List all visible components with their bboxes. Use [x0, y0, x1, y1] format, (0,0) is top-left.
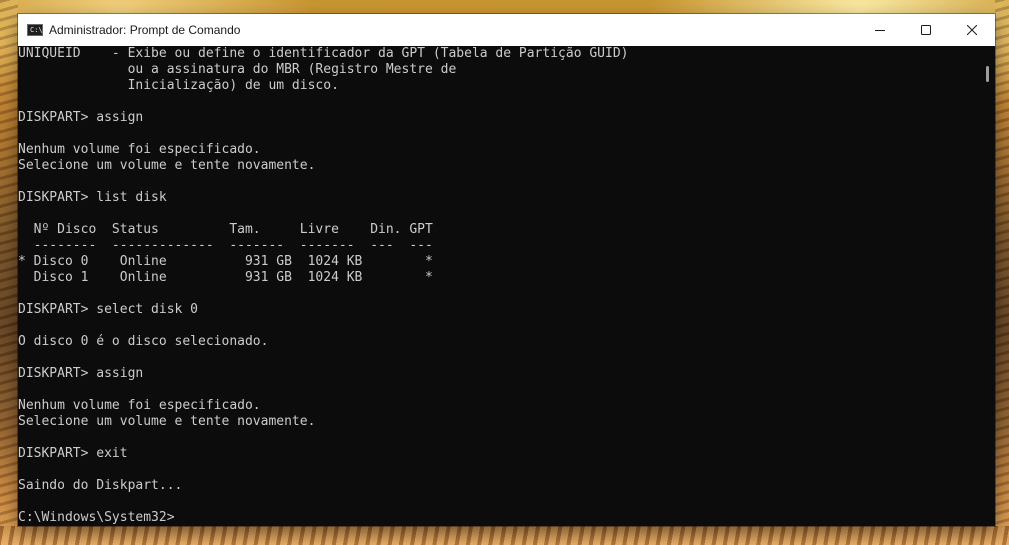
disk-table-row: Disco 1 Online 931 GB 1024 KB * — [18, 270, 433, 285]
console-line: O disco 0 é o disco selecionado. — [18, 334, 269, 349]
command-prompt-line[interactable]: C:\Windows\System32> — [18, 510, 175, 526]
console-line: Nenhum volume foi especificado. — [18, 398, 261, 413]
console-line: Selecione um volume e tente novamente. — [18, 158, 316, 173]
minimize-button[interactable] — [857, 14, 903, 46]
maximize-icon — [921, 25, 931, 35]
close-button[interactable] — [949, 14, 995, 46]
console-output[interactable]: UNIQUEID - Exibe ou define o identificad… — [18, 46, 980, 526]
console-line: Saindo do Diskpart... — [18, 478, 183, 493]
maximize-button[interactable] — [903, 14, 949, 46]
minimize-icon — [875, 30, 885, 31]
console-line: ou a assinatura do MBR (Registro Mestre … — [18, 62, 457, 77]
scrollbar-thumb[interactable] — [986, 66, 989, 82]
window-controls — [857, 14, 995, 46]
console-line: DISKPART> assign — [18, 366, 144, 381]
cmd-icon[interactable]: C:\ — [27, 24, 43, 36]
desktop-wallpaper-left — [0, 0, 18, 545]
disk-table-row: * Disco 0 Online 931 GB 1024 KB * — [18, 254, 433, 269]
console-line: DISKPART> select disk 0 — [18, 302, 199, 317]
desktop-wallpaper-right — [995, 0, 1009, 545]
vertical-scrollbar[interactable] — [980, 46, 995, 526]
title-bar[interactable]: C:\ Administrador: Prompt de Comando — [18, 14, 995, 46]
console-line: Inicialização) de um disco. — [18, 78, 339, 93]
disk-table-header: Nº Disco Status Tam. Livre Din. GPT — [18, 222, 433, 237]
console-line: DISKPART> list disk — [18, 190, 167, 205]
console-line: UNIQUEID - Exibe ou define o identificad… — [18, 46, 629, 61]
desktop-wallpaper-bottom — [0, 526, 1009, 545]
command-prompt-window: C:\ Administrador: Prompt de Comando UNI… — [18, 14, 995, 526]
cmd-icon-glyph: C:\ — [30, 26, 43, 34]
console-line: DISKPART> assign — [18, 110, 144, 125]
console-line: Selecione um volume e tente novamente. — [18, 414, 316, 429]
console-line: DISKPART> exit — [18, 446, 128, 461]
disk-table-separator: -------- ------------- ------- ------- -… — [18, 238, 433, 253]
window-title: Administrador: Prompt de Comando — [49, 23, 241, 37]
close-icon — [967, 25, 977, 35]
console-line: Nenhum volume foi especificado. — [18, 142, 261, 157]
